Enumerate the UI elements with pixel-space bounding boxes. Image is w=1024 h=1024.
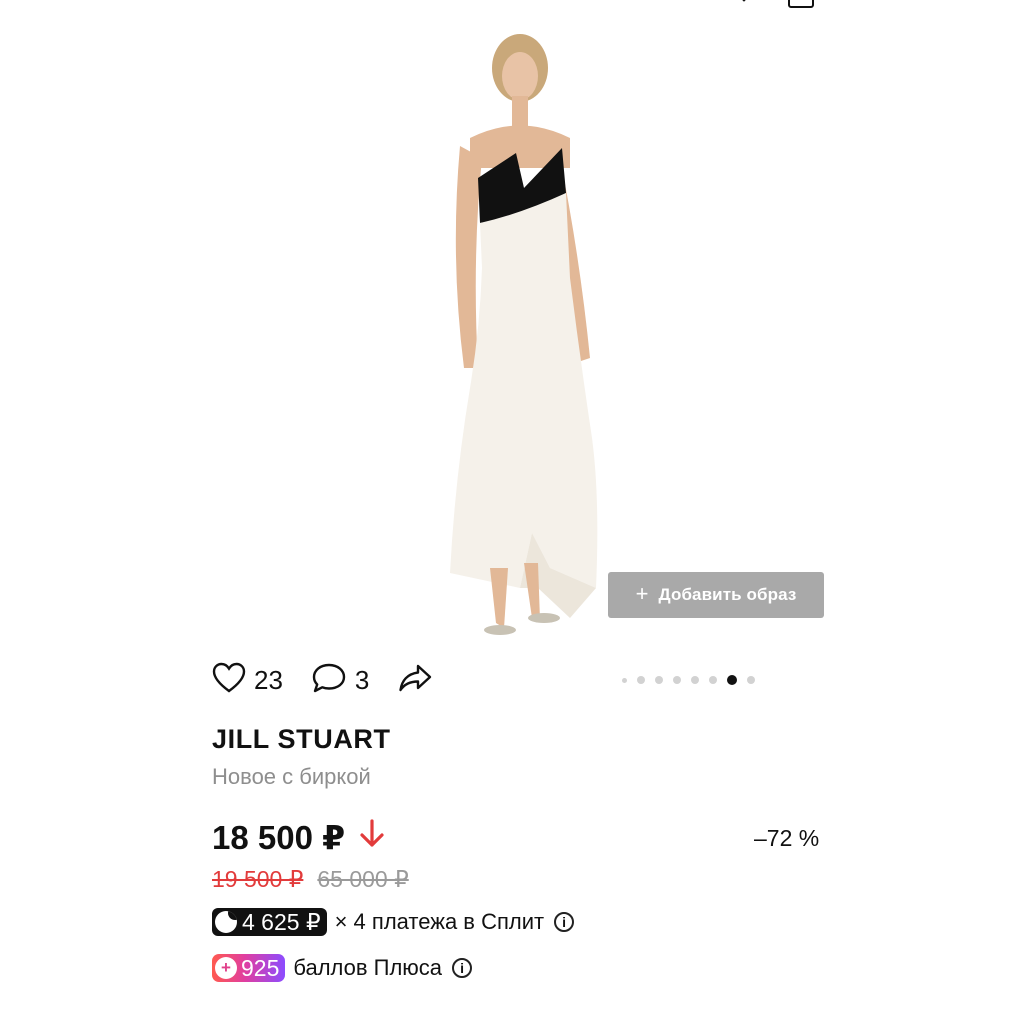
previous-price: 19 500 ₽ bbox=[212, 866, 304, 892]
price-value: 18 500 ₽ bbox=[212, 819, 346, 856]
plus-text: баллов Плюса bbox=[293, 955, 443, 980]
gallery-dot[interactable] bbox=[747, 676, 755, 684]
split-payment[interactable]: 4 625 ₽ × 4 платежа в Сплит i bbox=[212, 906, 575, 938]
comments-button[interactable]: 3 bbox=[311, 662, 369, 699]
gallery-dot[interactable] bbox=[727, 675, 737, 685]
current-price: 18 500 ₽ bbox=[212, 818, 385, 857]
bag-icon[interactable] bbox=[788, 0, 814, 8]
discount-percent: –72 % bbox=[754, 825, 820, 851]
split-badge: 4 625 ₽ bbox=[212, 908, 327, 936]
price-down-icon bbox=[359, 818, 385, 857]
gallery-dot[interactable] bbox=[622, 677, 627, 683]
original-price: 65 000 ₽ bbox=[317, 866, 409, 892]
plus-badge: + 925 bbox=[212, 954, 286, 982]
like-button[interactable]: 23 bbox=[212, 662, 283, 699]
old-prices: 19 500 ₽ 65 000 ₽ bbox=[212, 866, 409, 893]
likes-count: 23 bbox=[254, 664, 283, 695]
gallery-pagination[interactable] bbox=[622, 672, 755, 688]
brand-name[interactable]: JILL STUART bbox=[212, 724, 391, 755]
gallery-dot[interactable] bbox=[709, 676, 717, 684]
gallery-dot[interactable] bbox=[637, 676, 645, 684]
condition-label: Новое с биркой bbox=[212, 764, 371, 789]
plus-logo-icon: + bbox=[215, 957, 237, 979]
comment-icon bbox=[311, 662, 347, 699]
heart-icon bbox=[212, 662, 246, 699]
gallery-dot[interactable] bbox=[655, 676, 663, 684]
info-icon[interactable]: i bbox=[452, 958, 473, 978]
plus-points[interactable]: + 925 баллов Плюса i bbox=[212, 952, 473, 984]
add-look-label: Добавить образ bbox=[658, 585, 797, 604]
share-arrow-icon bbox=[397, 662, 433, 699]
gallery-dot[interactable] bbox=[673, 676, 681, 684]
share-button[interactable] bbox=[397, 662, 433, 699]
plus-points-value: 925 bbox=[241, 954, 280, 981]
plus-icon: + bbox=[635, 581, 649, 606]
split-amount: 4 625 ₽ bbox=[242, 908, 321, 935]
info-icon[interactable]: i bbox=[554, 912, 575, 932]
split-text: × 4 платежа в Сплит bbox=[334, 909, 545, 934]
share-icon[interactable] bbox=[734, 0, 756, 9]
product-actions: 23 3 bbox=[212, 660, 461, 700]
split-logo-icon bbox=[215, 911, 237, 933]
product-image[interactable] bbox=[420, 28, 620, 643]
comments-count: 3 bbox=[354, 664, 370, 695]
gallery-dot[interactable] bbox=[691, 676, 699, 684]
add-look-button[interactable]: + Добавить образ bbox=[608, 572, 824, 618]
